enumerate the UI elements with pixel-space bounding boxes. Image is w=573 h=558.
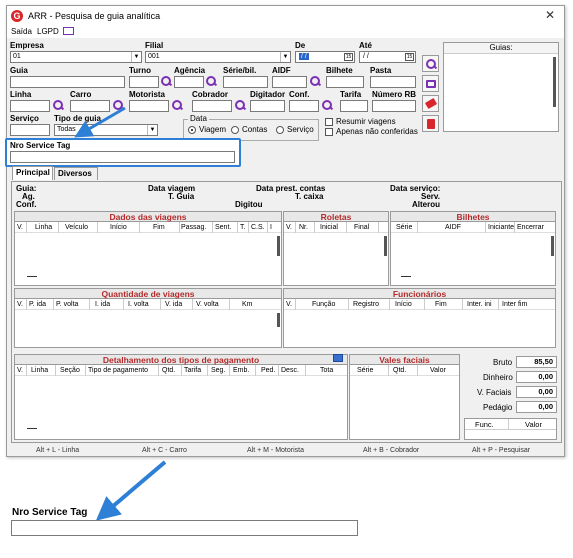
zoom-input [11, 520, 358, 536]
callout-arrows [74, 106, 167, 521]
zoom-label: Nro Service Tag [12, 507, 88, 518]
arrow-to-field [74, 106, 126, 138]
arrow-to-zoom [95, 460, 167, 521]
